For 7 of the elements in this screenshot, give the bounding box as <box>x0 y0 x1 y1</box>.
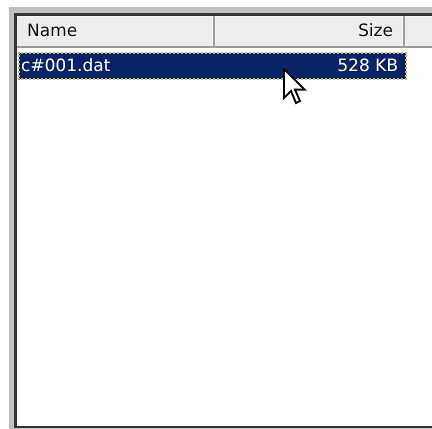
file-row[interactable]: c#001.dat 528 KB <box>19 53 406 79</box>
column-header[interactable]: Size <box>215 16 405 46</box>
file-name: c#001.dat <box>21 56 110 76</box>
file-list[interactable]: Name Size c#001.dat 528 KB <box>14 13 432 428</box>
file-size: 528 KB <box>337 56 398 76</box>
column-header[interactable]: Name <box>17 16 215 46</box>
pointer-icon <box>283 68 307 106</box>
